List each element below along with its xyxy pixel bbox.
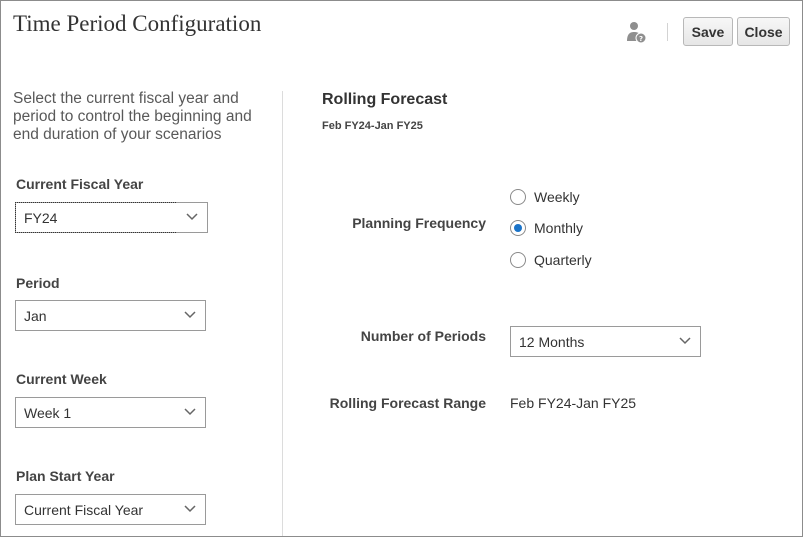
radio-circle[interactable] (510, 252, 526, 268)
radio-monthly[interactable]: Monthly (510, 218, 583, 238)
period-value: Jan (24, 308, 47, 324)
svg-text:?: ? (639, 35, 643, 43)
time-period-dialog: Time Period Configuration ? Save Close S… (0, 0, 803, 537)
chevron-down-icon (184, 311, 196, 319)
fiscal-year-label: Current Fiscal Year (16, 176, 144, 192)
help-person-icon[interactable]: ? (626, 21, 648, 45)
toolbar-separator (667, 23, 668, 41)
number-of-periods-select[interactable]: 12 Months (510, 326, 701, 357)
rolling-forecast-title: Rolling Forecast (322, 91, 448, 108)
panel-divider (282, 91, 283, 536)
radio-quarterly-label: Quarterly (534, 252, 592, 268)
fiscal-year-value: FY24 (24, 210, 58, 226)
rolling-forecast-range-label: Rolling Forecast Range (329, 395, 486, 411)
radio-circle[interactable] (510, 189, 526, 205)
current-week-value: Week 1 (24, 405, 72, 421)
plan-start-year-select[interactable]: Current Fiscal Year (15, 494, 206, 525)
radio-monthly-label: Monthly (534, 220, 584, 236)
close-button[interactable]: Close (737, 17, 790, 46)
period-label: Period (16, 275, 60, 291)
fiscal-year-select[interactable]: FY24 (15, 202, 208, 233)
rolling-forecast-range-value: Feb FY24-Jan FY25 (510, 395, 637, 411)
radio-weekly-label: Weekly (534, 189, 580, 205)
rolling-forecast-subtitle: Feb FY24-Jan FY25 (322, 120, 423, 132)
plan-start-year-value: Current Fiscal Year (24, 502, 144, 518)
chevron-down-icon (679, 337, 691, 345)
chevron-down-icon (184, 505, 196, 513)
current-week-label: Current Week (16, 371, 107, 387)
radio-quarterly[interactable]: Quarterly (510, 250, 592, 270)
radio-circle-selected[interactable] (510, 220, 526, 236)
planning-frequency-label: Planning Frequency (352, 215, 486, 231)
current-week-select[interactable]: Week 1 (15, 397, 206, 428)
chevron-down-icon (186, 213, 198, 221)
save-button[interactable]: Save (683, 17, 733, 46)
plan-start-year-label: Plan Start Year (16, 468, 115, 484)
radio-weekly[interactable]: Weekly (510, 187, 580, 207)
chevron-down-icon (184, 408, 196, 416)
page-title: Time Period Configuration (13, 11, 262, 36)
number-of-periods-value: 12 Months (519, 334, 585, 350)
period-select[interactable]: Jan (15, 300, 206, 331)
intro-text: Select the current fiscal year and perio… (13, 90, 252, 143)
number-of-periods-label: Number of Periods (360, 328, 486, 344)
